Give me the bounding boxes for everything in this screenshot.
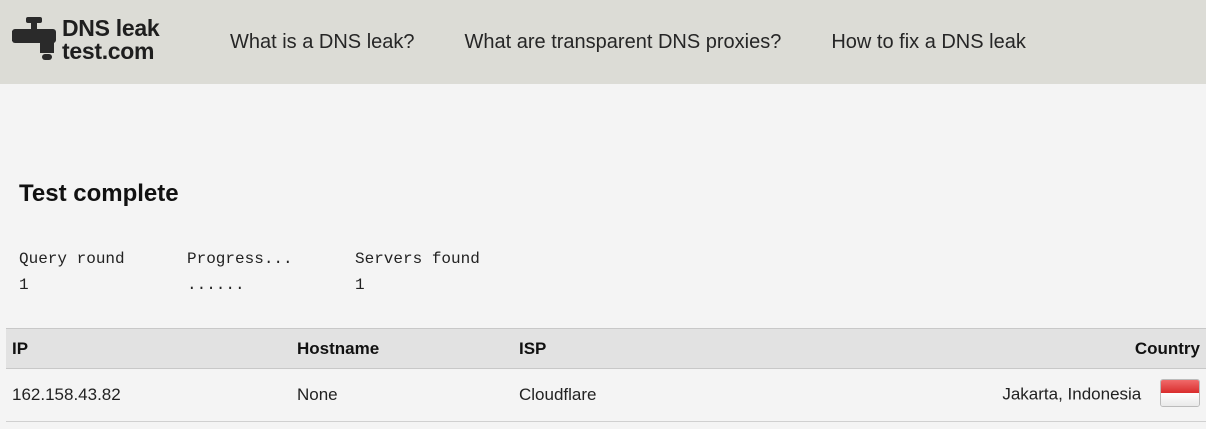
query-round-stat: Query round 1 — [19, 250, 125, 294]
country-text: Jakarta, Indonesia — [1002, 384, 1142, 404]
query-round-label: Query round — [19, 250, 125, 268]
results-table: IP Hostname ISP Country 162.158.43.82 No… — [6, 328, 1206, 422]
logo-text: DNS leak test.com — [62, 15, 160, 64]
logo-line-2: test.com — [62, 38, 155, 64]
cell-country: Jakarta, Indonesia — [833, 369, 1206, 422]
nav-link-transparent-dns-proxies[interactable]: What are transparent DNS proxies? — [465, 31, 782, 54]
servers-found-value: 1 — [355, 276, 365, 294]
column-header-country: Country — [1134, 338, 1200, 358]
progress-value: ...... — [187, 276, 245, 294]
main-nav: What is a DNS leak? What are transparent… — [230, 0, 1076, 84]
indonesia-flag-icon — [1160, 379, 1200, 407]
cell-ip: 162.158.43.82 — [12, 385, 121, 404]
logo-line-1: DNS leak — [62, 15, 160, 41]
page-title: Test complete — [19, 180, 179, 207]
progress-label: Progress... — [187, 250, 293, 268]
site-logo[interactable]: DNS leak test.com — [12, 14, 182, 66]
cell-hostname: None — [297, 385, 338, 404]
servers-found-stat: Servers found 1 — [355, 250, 480, 294]
progress-stat: Progress... ...... — [187, 250, 293, 294]
table-row: 162.158.43.82 None Cloudflare Jakarta, I… — [6, 369, 1206, 422]
nav-link-how-to-fix[interactable]: How to fix a DNS leak — [831, 31, 1026, 54]
column-header-ip: IP — [12, 338, 29, 358]
faucet-icon — [12, 17, 56, 60]
nav-link-what-is-dns-leak[interactable]: What is a DNS leak? — [230, 31, 415, 54]
column-header-hostname: Hostname — [297, 338, 380, 358]
query-round-value: 1 — [19, 276, 29, 294]
column-header-isp: ISP — [519, 338, 547, 358]
table-header-row: IP Hostname ISP Country — [6, 328, 1206, 369]
top-navigation-bar: DNS leak test.com What is a DNS leak? Wh… — [0, 0, 1206, 84]
cell-isp: Cloudflare — [519, 385, 597, 404]
servers-found-label: Servers found — [355, 250, 480, 268]
